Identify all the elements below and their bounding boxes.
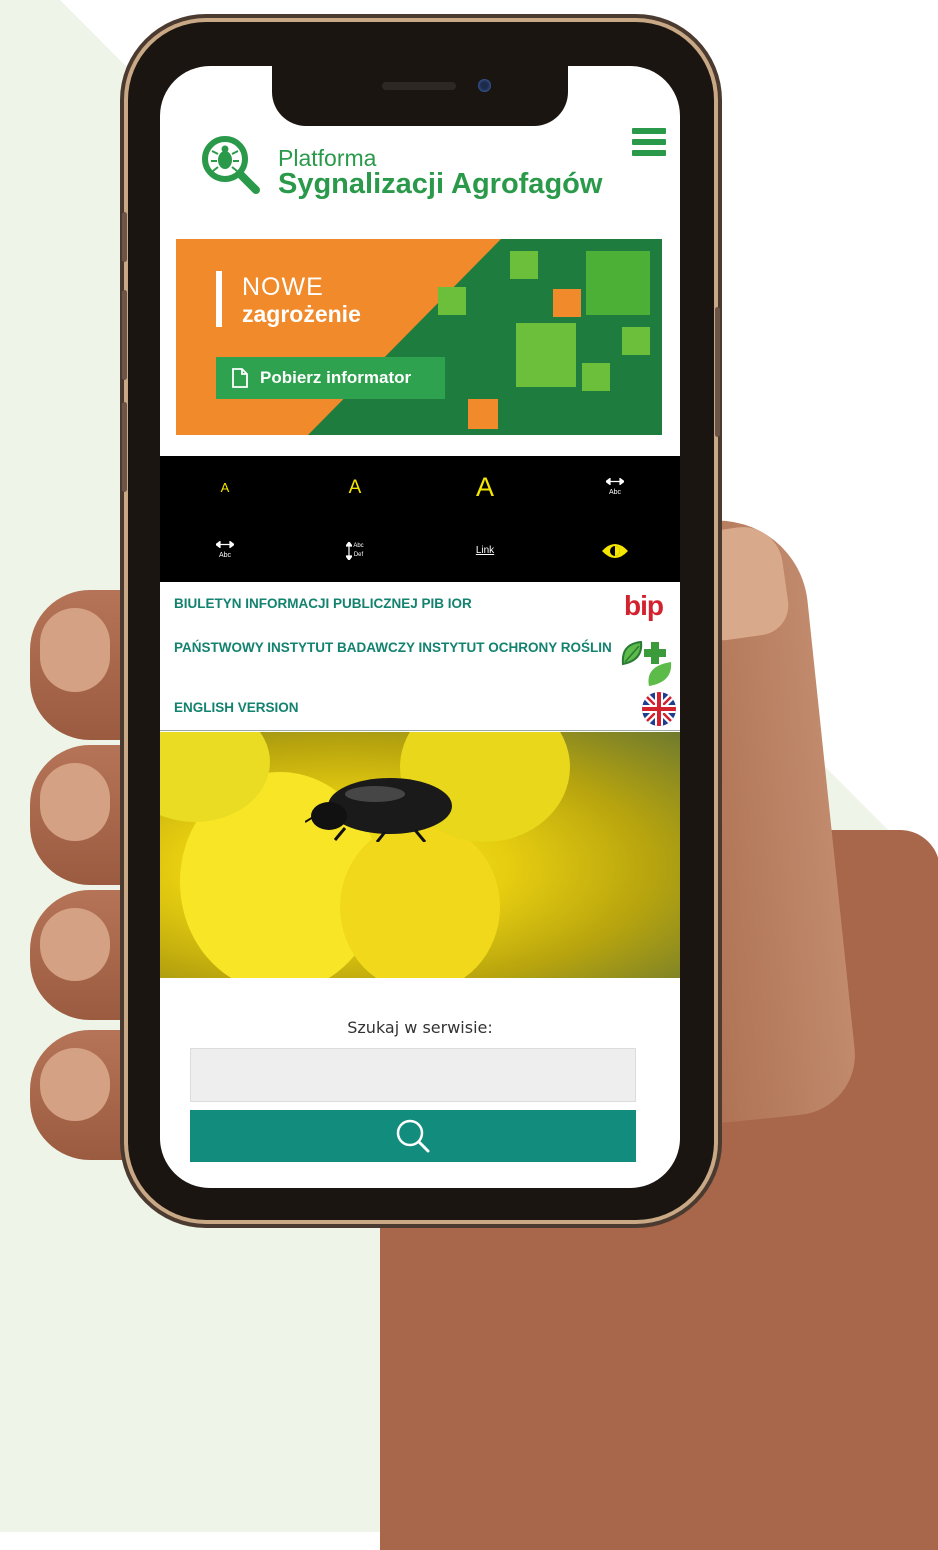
uk-flag-icon[interactable]: [642, 692, 676, 726]
phone-notch: [272, 66, 568, 126]
font-size-medium-button[interactable]: A: [290, 456, 420, 519]
ior-link-label: PAŃSTWOWY INSTYTUT BADAWCZY INSTYTUT OCH…: [174, 640, 612, 655]
search-button[interactable]: [190, 1110, 636, 1162]
phone-power-button: [715, 307, 720, 437]
site-header: Platforma Sygnalizacji Agrofagów: [160, 110, 680, 250]
document-icon: [232, 368, 248, 388]
eye-contrast-icon: [602, 543, 628, 558]
leaf-cross-icon[interactable]: [619, 638, 675, 688]
download-button-label: Pobierz informator: [260, 368, 412, 387]
phone-volume-down: [122, 402, 127, 492]
download-informator-button[interactable]: Pobierz informator: [216, 357, 445, 399]
banner-square: [468, 399, 498, 429]
banner-square: [438, 287, 466, 315]
bip-badge[interactable]: bip: [624, 590, 664, 622]
banner-headline: NOWE: [242, 273, 324, 301]
line-height-icon: [346, 541, 353, 560]
highlight-links-label: Link: [475, 545, 495, 556]
banner-accent-bar: [216, 271, 222, 327]
flower-petal: [340, 822, 500, 978]
search-input[interactable]: [190, 1048, 636, 1102]
banner-square: [516, 323, 576, 387]
phone-volume-up: [122, 290, 127, 380]
banner-square: [553, 289, 581, 317]
line-height-label: Abc Def: [353, 542, 364, 558]
word-spacing-button[interactable]: Abc: [160, 519, 290, 582]
highlight-links-button[interactable]: Link: [420, 519, 550, 582]
banner-square: [622, 327, 650, 355]
high-contrast-button[interactable]: [550, 519, 680, 582]
banner-square: [586, 251, 650, 315]
front-camera: [478, 79, 491, 92]
accessibility-toolbar: A A A Abc Abc Abc Def Link: [160, 456, 680, 582]
letter-spacing-label: Abc: [608, 489, 622, 496]
letter-spacing-button[interactable]: Abc: [550, 456, 680, 519]
search-label: Szukaj w serwisie:: [347, 1018, 493, 1037]
hamburger-menu-icon[interactable]: [632, 128, 666, 156]
search-icon: [396, 1119, 430, 1153]
banner-square: [510, 251, 538, 279]
banner-subheadline: zagrożenie: [242, 301, 361, 327]
font-size-large-button[interactable]: A: [420, 456, 550, 519]
font-size-small-button[interactable]: A: [160, 456, 290, 519]
english-version-label: ENGLISH VERSION: [174, 700, 299, 715]
magnifier-bug-logo-icon[interactable]: [200, 134, 262, 196]
phone-screen: Platforma Sygnalizacji Agrofagów NOWE za…: [160, 66, 680, 1188]
beetle-photo: [160, 732, 680, 978]
banner-square: [582, 363, 610, 391]
site-title-line2[interactable]: Sygnalizacji Agrofagów: [278, 168, 602, 201]
phone-mute-switch: [122, 212, 127, 262]
promo-banner[interactable]: NOWE zagrożenie Pobierz informator: [176, 239, 662, 435]
beetle-image: [305, 778, 452, 842]
links-divider: [160, 730, 680, 731]
bip-link-label: BIULETYN INFORMACJI PUBLICZNEJ PIB IOR: [174, 596, 472, 611]
word-spacing-label: Abc: [218, 552, 232, 559]
phone-device: Platforma Sygnalizacji Agrofagów NOWE za…: [122, 22, 720, 1220]
letter-spacing-icon: [605, 477, 625, 486]
speaker-grille: [382, 82, 456, 90]
line-height-button[interactable]: Abc Def: [290, 519, 420, 582]
word-spacing-icon: [215, 540, 235, 549]
